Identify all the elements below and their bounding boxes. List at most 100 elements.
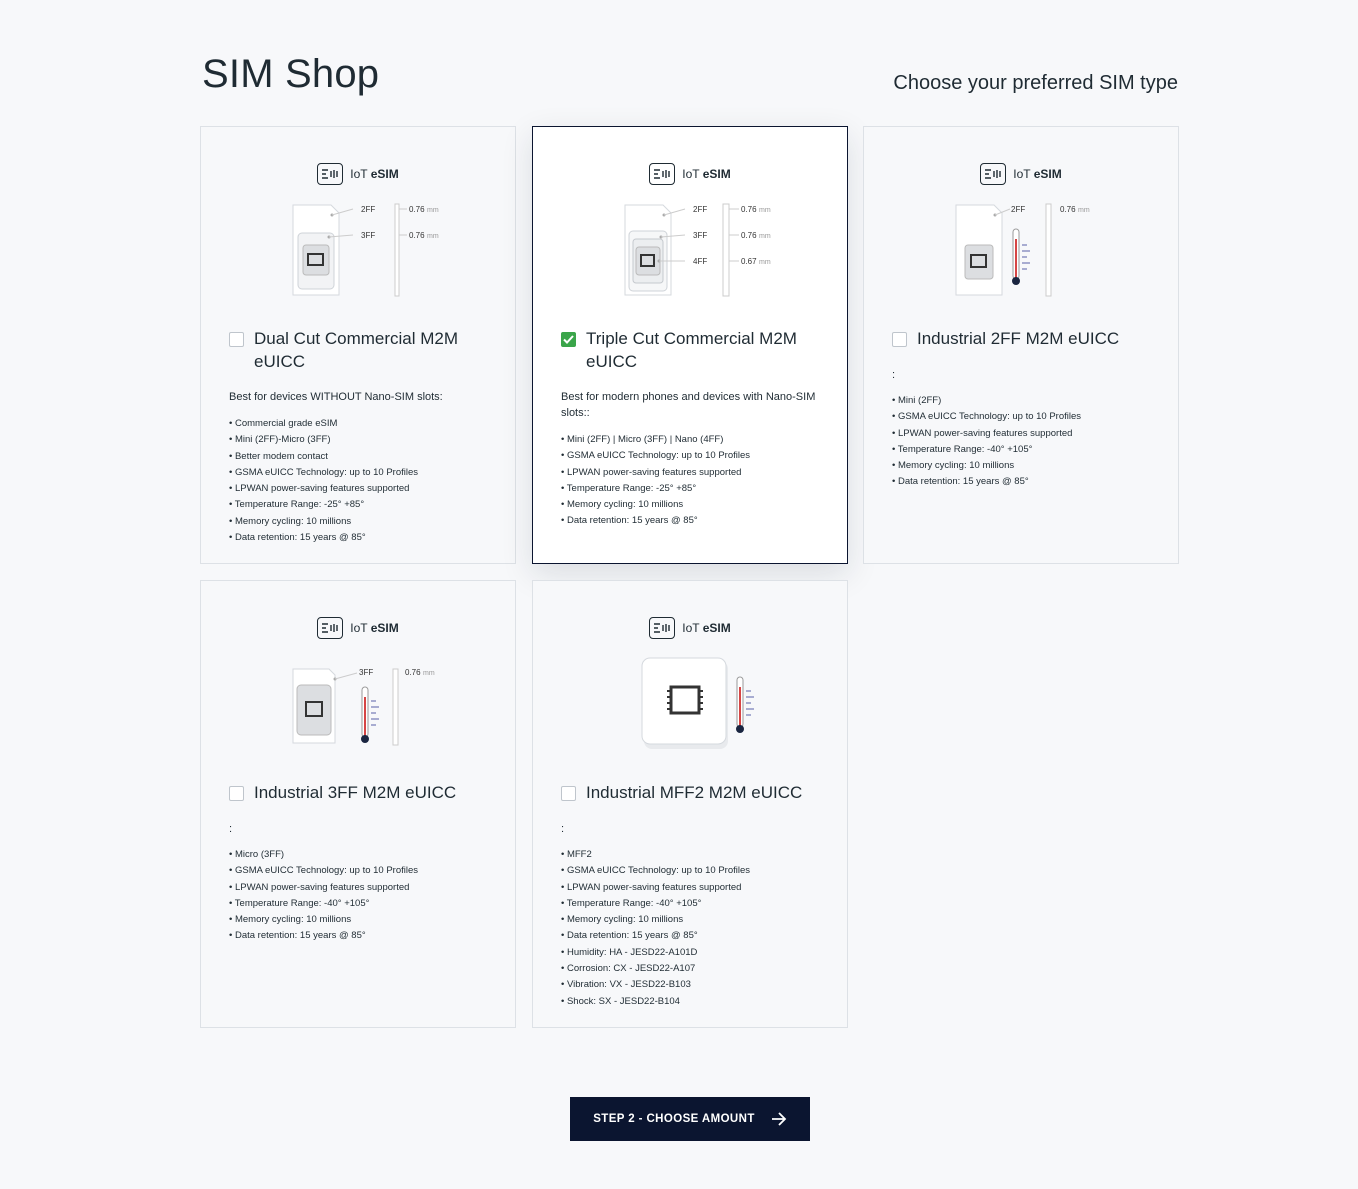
svg-text:0.76: 0.76 <box>741 231 757 240</box>
sim-card-industrial-mff2[interactable]: IoT eSIM Industrial MFF2 M2M eUICC : MFF… <box>532 580 848 1028</box>
card-description: Best for modern phones and devices with … <box>561 391 816 419</box>
esim-logo-icon <box>980 163 1007 185</box>
esim-logo-icon <box>317 617 344 639</box>
list-item: Temperature Range: -40° +105° <box>561 896 827 912</box>
list-item: Data retention: 15 years @ 85° <box>561 513 827 529</box>
list-item: GSMA eUICC Technology: up to 10 Profiles <box>561 448 827 464</box>
thermometer-icon <box>361 686 379 743</box>
feature-list: Mini (2FF) | Micro (3FF) | Nano (4FF) GS… <box>561 432 827 530</box>
list-item: Shock: SX - JESD22-B104 <box>561 994 827 1010</box>
list-item: Mini (2FF) | Micro (3FF) | Nano (4FF) <box>561 432 827 448</box>
thermometer-icon <box>736 676 754 733</box>
svg-text:2FF: 2FF <box>693 205 707 214</box>
page-title: SIM Shop <box>202 52 380 96</box>
card-description: : <box>892 369 896 381</box>
feature-list: Mini (2FF) GSMA eUICC Technology: up to … <box>892 393 1158 491</box>
svg-text:3FF: 3FF <box>361 231 375 240</box>
feature-list: Commercial grade eSIM Mini (2FF)-Micro (… <box>229 416 495 546</box>
list-item: Humidity: HA - JESD22-A101D <box>561 945 827 961</box>
cta-label: STEP 2 - CHOOSE AMOUNT <box>593 1113 755 1125</box>
svg-text:4FF: 4FF <box>693 257 707 266</box>
select-checkbox[interactable] <box>892 332 907 347</box>
sim-illustration: 2FF 3FF 0.76 mm 0.76 mm <box>201 199 515 309</box>
iot-esim-brand: IoT eSIM <box>201 163 515 185</box>
list-item: Better modem contact <box>229 449 495 465</box>
svg-text:3FF: 3FF <box>359 668 373 677</box>
select-checkbox[interactable] <box>229 332 244 347</box>
list-item: Mini (2FF)-Micro (3FF) <box>229 432 495 448</box>
sim-card-industrial-3ff[interactable]: IoT eSIM 3FF 0.76 mm Industrial 3FF M2M … <box>200 580 516 1028</box>
list-item: GSMA eUICC Technology: up to 10 Profiles <box>892 409 1158 425</box>
svg-text:2FF: 2FF <box>361 205 375 214</box>
svg-text:0.76: 0.76 <box>409 231 425 240</box>
list-item: LPWAN power-saving features supported <box>229 880 495 896</box>
card-title: Dual Cut Commercial M2M eUICC <box>254 329 459 371</box>
card-description: : <box>229 823 233 835</box>
card-title: Triple Cut Commercial M2M eUICC <box>586 329 797 371</box>
sim-card-dual-cut[interactable]: IoT eSIM 2FF 3FF 0.76 mm 0.76 mm Dual Cu… <box>200 126 516 564</box>
list-item: MFF2 <box>561 847 827 863</box>
list-item: Temperature Range: -40° +105° <box>229 896 495 912</box>
svg-text:0.67: 0.67 <box>741 257 757 266</box>
sim-card-industrial-2ff[interactable]: IoT eSIM 2FF 0.76 mm Industrial 2FF M2M … <box>863 126 1179 564</box>
list-item: LPWAN power-saving features supported <box>892 426 1158 442</box>
arrow-right-icon <box>771 1112 787 1126</box>
svg-text:mm: mm <box>423 670 435 677</box>
list-item: LPWAN power-saving features supported <box>561 465 827 481</box>
svg-text:mm: mm <box>427 207 439 214</box>
svg-text:3FF: 3FF <box>693 231 707 240</box>
svg-text:mm: mm <box>427 233 439 240</box>
list-item: Micro (3FF) <box>229 847 495 863</box>
esim-logo-icon <box>649 617 676 639</box>
sim-illustration <box>533 653 847 763</box>
list-item: Corrosion: CX - JESD22-A107 <box>561 961 827 977</box>
esim-logo-icon <box>317 163 344 185</box>
svg-text:2FF: 2FF <box>1011 205 1025 214</box>
list-item: Temperature Range: -25° +85° <box>229 497 495 513</box>
step-2-choose-amount-button[interactable]: STEP 2 - CHOOSE AMOUNT <box>570 1097 810 1141</box>
select-checkbox[interactable] <box>561 786 576 801</box>
list-item: Temperature Range: -25° +85° <box>561 481 827 497</box>
list-item: Vibration: VX - JESD22-B103 <box>561 977 827 993</box>
list-item: GSMA eUICC Technology: up to 10 Profiles <box>229 465 495 481</box>
card-title: Industrial 2FF M2M eUICC <box>917 329 1120 348</box>
page-subtitle: Choose your preferred SIM type <box>893 72 1178 94</box>
list-item: Data retention: 15 years @ 85° <box>229 928 495 944</box>
svg-text:0.76: 0.76 <box>409 205 425 214</box>
sim-illustration: 3FF 0.76 mm <box>201 653 515 763</box>
feature-list: Micro (3FF) GSMA eUICC Technology: up to… <box>229 847 495 945</box>
sim-illustration: 2FF 0.76 mm <box>864 199 1178 309</box>
select-checkbox[interactable] <box>229 786 244 801</box>
list-item: Memory cycling: 10 millions <box>229 514 495 530</box>
list-item: Memory cycling: 10 millions <box>561 497 827 513</box>
select-checkbox[interactable] <box>561 332 576 347</box>
iot-esim-brand: IoT eSIM <box>533 163 847 185</box>
list-item: Commercial grade eSIM <box>229 416 495 432</box>
svg-text:0.76: 0.76 <box>405 668 421 677</box>
svg-text:mm: mm <box>1078 207 1090 214</box>
card-title: Industrial MFF2 M2M eUICC <box>586 783 803 802</box>
list-item: Memory cycling: 10 millions <box>229 912 495 928</box>
list-item: GSMA eUICC Technology: up to 10 Profiles <box>561 863 827 879</box>
card-title: Industrial 3FF M2M eUICC <box>254 783 457 802</box>
svg-text:0.76: 0.76 <box>1060 205 1076 214</box>
feature-list: MFF2 GSMA eUICC Technology: up to 10 Pro… <box>561 847 827 1010</box>
list-item: Data retention: 15 years @ 85° <box>892 474 1158 490</box>
iot-esim-brand: IoT eSIM <box>864 163 1178 185</box>
iot-esim-brand: IoT eSIM <box>201 617 515 639</box>
card-description: Best for devices WITHOUT Nano-SIM slots: <box>229 391 443 403</box>
svg-text:0.76: 0.76 <box>741 205 757 214</box>
sim-illustration: 2FF 3FF 4FF 0.76 mm 0.76 mm 0.67 mm <box>533 199 847 309</box>
svg-text:mm: mm <box>759 259 771 266</box>
list-item: GSMA eUICC Technology: up to 10 Profiles <box>229 863 495 879</box>
sim-card-triple-cut[interactable]: IoT eSIM 2FF 3FF 4FF 0.76 mm 0.76 mm 0.6… <box>532 126 848 564</box>
list-item: Data retention: 15 years @ 85° <box>561 928 827 944</box>
esim-logo-icon <box>649 163 676 185</box>
list-item: Data retention: 15 years @ 85° <box>229 530 495 546</box>
thermometer-icon <box>1012 228 1030 285</box>
checkmark-icon <box>563 335 574 344</box>
card-description: : <box>561 823 565 835</box>
list-item: Temperature Range: -40° +105° <box>892 442 1158 458</box>
list-item: Mini (2FF) <box>892 393 1158 409</box>
list-item: Memory cycling: 10 millions <box>892 458 1158 474</box>
